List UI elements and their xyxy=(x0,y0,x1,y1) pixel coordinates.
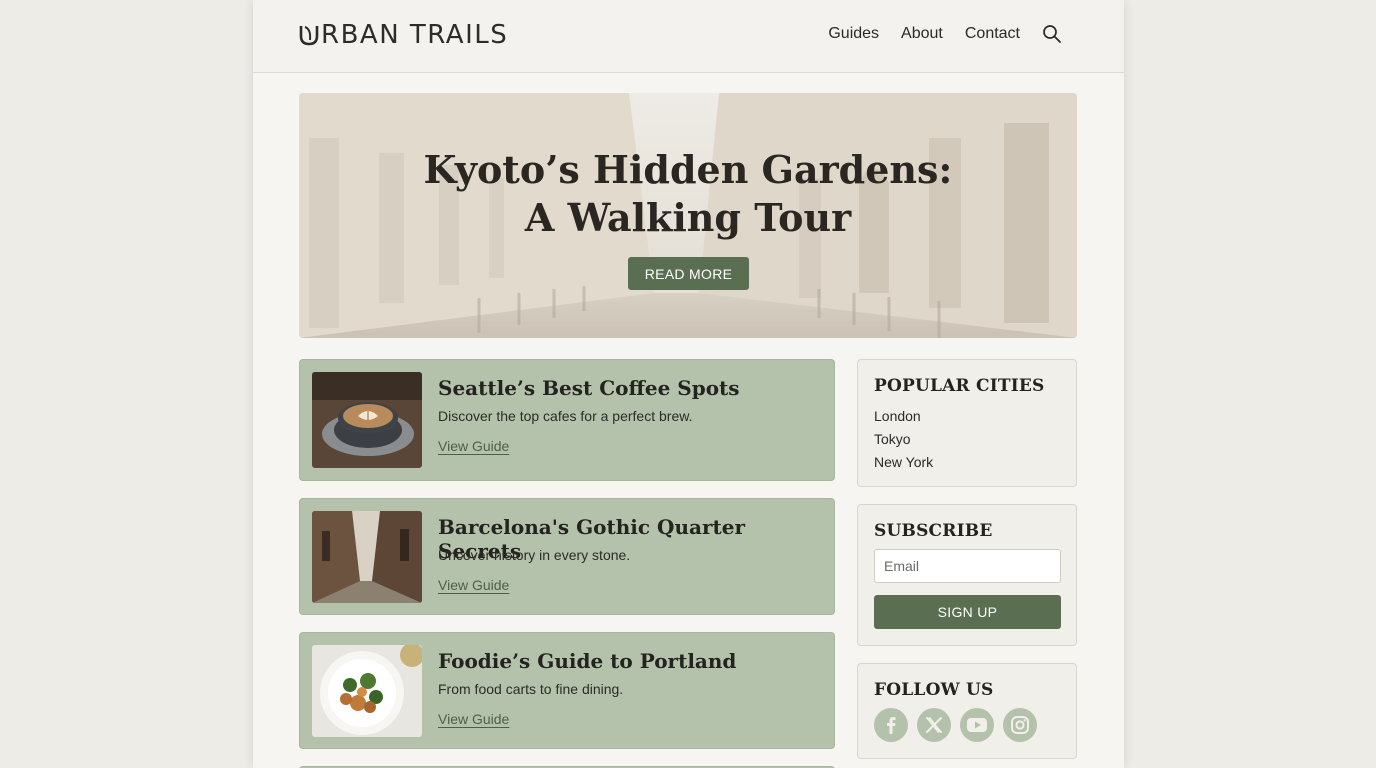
main-nav: Guides About Contact xyxy=(828,24,1062,44)
guide-card-barcelona[interactable]: Barcelona's Gothic Quarter Secrets Uncov… xyxy=(299,498,835,615)
x-icon[interactable] xyxy=(917,708,951,742)
facebook-icon[interactable] xyxy=(874,708,908,742)
hero-title-line-2: A Walking Tour xyxy=(524,195,852,240)
guide-description: Discover the top cafes for a perfect bre… xyxy=(438,408,693,424)
nav-guides[interactable]: Guides xyxy=(828,25,879,43)
guide-title: Foodie’s Guide to Portland xyxy=(438,649,737,673)
popular-cities-widget: POPULAR CITIES London Tokyo New York xyxy=(857,359,1077,487)
city-tokyo[interactable]: Tokyo xyxy=(874,428,933,451)
site-logo[interactable]: RBAN TRAILS xyxy=(299,20,508,50)
follow-us-widget: FOLLOW US xyxy=(857,663,1077,759)
hero-title: Kyoto’s Hidden Gardens: A Walking Tour xyxy=(299,146,1077,242)
view-guide-link[interactable]: View Guide xyxy=(438,711,509,727)
page-container: RBAN TRAILS Guides About Contact Kyoto’s… xyxy=(253,0,1124,768)
instagram-icon[interactable] xyxy=(1003,708,1037,742)
city-london[interactable]: London xyxy=(874,405,933,428)
widget-title: POPULAR CITIES xyxy=(874,376,1045,396)
widget-title: SUBSCRIBE xyxy=(874,521,993,541)
sidebar: POPULAR CITIES London Tokyo New York SUB… xyxy=(857,359,1077,768)
guide-card-seattle[interactable]: Seattle’s Best Coffee Spots Discover the… xyxy=(299,359,835,481)
read-more-button[interactable]: READ MORE xyxy=(628,257,749,290)
sign-up-button[interactable]: SIGN UP xyxy=(874,595,1061,629)
guide-title: Seattle’s Best Coffee Spots xyxy=(438,376,740,400)
gothic-alley-image xyxy=(312,511,422,603)
logo-text: RBAN TRAILS xyxy=(321,20,509,50)
guide-description: From food carts to fine dining. xyxy=(438,681,624,697)
guide-description: Uncover history in every stone. xyxy=(438,547,631,563)
email-field[interactable] xyxy=(874,549,1061,583)
nav-about[interactable]: About xyxy=(901,25,943,43)
social-links xyxy=(874,708,1037,742)
search-icon[interactable] xyxy=(1042,24,1062,44)
view-guide-link[interactable]: View Guide xyxy=(438,438,509,454)
widget-title: FOLLOW US xyxy=(874,680,994,700)
coffee-cup-image xyxy=(312,372,422,468)
guide-card-portland[interactable]: Foodie’s Guide to Portland From food car… xyxy=(299,632,835,749)
view-guide-link[interactable]: View Guide xyxy=(438,577,509,593)
city-new-york[interactable]: New York xyxy=(874,451,933,474)
guide-list: Seattle’s Best Coffee Spots Discover the… xyxy=(299,359,835,768)
food-plate-image xyxy=(312,645,422,737)
city-list: London Tokyo New York xyxy=(874,405,933,474)
youtube-icon[interactable] xyxy=(960,708,994,742)
hero-title-line-1: Kyoto’s Hidden Gardens: xyxy=(423,147,953,192)
hero-banner: Kyoto’s Hidden Gardens: A Walking Tour R… xyxy=(299,93,1077,338)
leaf-u-icon xyxy=(299,26,319,46)
nav-contact[interactable]: Contact xyxy=(965,25,1020,43)
site-header: RBAN TRAILS Guides About Contact xyxy=(253,0,1124,73)
subscribe-widget: SUBSCRIBE SIGN UP xyxy=(857,504,1077,646)
